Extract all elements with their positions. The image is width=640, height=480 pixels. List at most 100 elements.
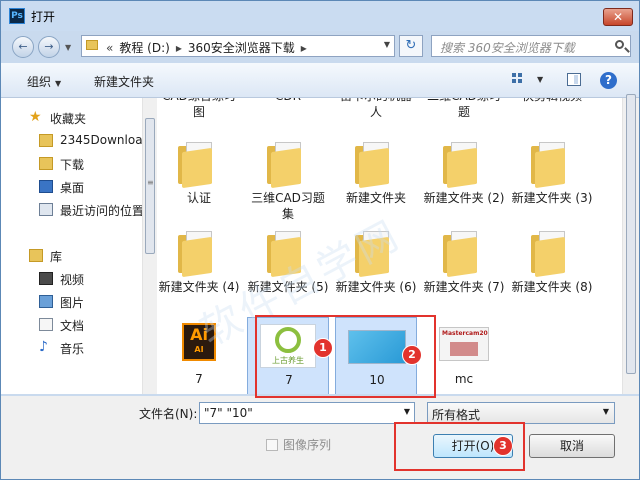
open-dialog: Ps 打开 ✕ ← → ▼ « 教程 (D:) ▸ 360安全浏览器下载 ▸ ▼ ↻ 搜… xyxy=(0,0,640,480)
desktop-icon xyxy=(39,180,53,193)
step-badge-2: 2 xyxy=(402,345,422,365)
file-label: 新建文件夹 (3) xyxy=(511,191,593,205)
folder-icon xyxy=(443,142,485,189)
file-label: 新建文件夹 (8) xyxy=(511,280,593,294)
navigation-row: ← → ▼ « 教程 (D:) ▸ 360安全浏览器下载 ▸ ▼ ↻ 搜索 360安全浏… xyxy=(1,31,639,61)
sidebar-item-label: 桌面 xyxy=(60,181,85,195)
sidebar-item-label: 2345Downloads xyxy=(60,133,142,147)
sidebar-library-3[interactable]: ♪ 音乐 xyxy=(1,338,142,358)
image-sequence-checkbox[interactable] xyxy=(266,439,278,451)
file-label: 7 xyxy=(195,372,203,386)
photoshop-app-icon: Ps xyxy=(9,8,25,24)
sidebar-item-3[interactable]: 最近访问的位置 xyxy=(1,200,142,220)
sidebar-favorites[interactable]: ★ 收藏夹 xyxy=(1,108,142,128)
music-library-icon: ♪ xyxy=(39,339,48,355)
folder-item[interactable]: 新建文件夹 (4) xyxy=(158,225,240,313)
folder-icon xyxy=(39,134,53,147)
file-label: 新建文件夹 (6) xyxy=(335,280,417,294)
folder-item[interactable]: 三维CAD习题集 xyxy=(247,136,329,224)
folder-item[interactable]: 新建文件夹 (7) xyxy=(423,225,505,313)
file-label: CAD综合练习图 xyxy=(162,98,236,119)
organize-menu[interactable]: 组织 ▼ xyxy=(27,73,61,90)
chevron-down-icon: ▼ xyxy=(602,407,609,416)
step-badge-3: 3 xyxy=(493,436,513,456)
breadcrumb-segment[interactable]: 360安全浏览器下载 xyxy=(188,41,295,55)
command-toolbar: 组织 ▼ 新建文件夹 ▼ ? xyxy=(1,63,639,98)
filename-label: 文件名(N): xyxy=(139,407,198,421)
folder-item[interactable]: 新建文件夹 (6) xyxy=(335,225,417,313)
library-icon xyxy=(29,249,43,262)
file-list-scrollbar[interactable] xyxy=(622,94,639,394)
folder-item[interactable]: 新建文件夹 (5) xyxy=(247,225,329,313)
sidebar-item-label: 文档 xyxy=(60,319,85,333)
folder-icon xyxy=(178,142,220,189)
file-label: 二维CAD练习题 xyxy=(427,98,501,119)
title-bar: Ps 打开 ✕ xyxy=(1,1,639,31)
filename-dropdown[interactable]: ▼ xyxy=(404,407,410,416)
folder-icon xyxy=(178,231,220,278)
recent-places-icon xyxy=(39,203,53,216)
refresh-button[interactable]: ↻ xyxy=(399,35,423,57)
preview-pane-icon[interactable] xyxy=(567,73,581,86)
cancel-button[interactable]: 取消 xyxy=(529,434,615,458)
help-icon[interactable]: ? xyxy=(600,72,617,89)
back-button[interactable]: ← xyxy=(12,36,34,58)
sidebar-item-label: 图片 xyxy=(60,296,85,310)
file-type-select[interactable]: 所有格式 ▼ xyxy=(427,402,615,424)
step-badge-1: 1 xyxy=(313,338,333,358)
view-options-icon[interactable] xyxy=(512,73,526,87)
organize-label: 组织 xyxy=(27,75,52,89)
search-icon[interactable] xyxy=(615,40,624,49)
new-folder-button[interactable]: 新建文件夹 xyxy=(94,73,154,90)
breadcrumb-segment[interactable]: ▸ xyxy=(301,41,307,55)
search-input[interactable]: 搜索 360安全浏览器下载 xyxy=(431,35,631,57)
picture-library-icon xyxy=(39,295,53,308)
address-dropdown[interactable]: ▼ xyxy=(384,40,390,49)
sidebar-library-2[interactable]: 文档 xyxy=(1,315,142,335)
folder-icon xyxy=(355,231,397,278)
file-label: 新建文件夹 (2) xyxy=(423,191,505,205)
sidebar-scrollbar[interactable] xyxy=(142,98,157,394)
document-library-icon xyxy=(39,318,53,331)
sidebar-scroll-thumb[interactable] xyxy=(145,118,155,254)
filename-value: "7" "10" xyxy=(204,406,253,420)
sidebar-library-1[interactable]: 图片 xyxy=(1,292,142,312)
file-label: 新建文件夹 (4) xyxy=(158,280,240,294)
sidebar-item-1[interactable]: 下载 xyxy=(1,154,142,174)
sidebar-item-label: 收藏夹 xyxy=(50,112,87,126)
folder-icon xyxy=(86,40,98,50)
file-list-scroll-thumb[interactable] xyxy=(626,94,636,374)
file-item[interactable]: Ai AI 7 xyxy=(158,317,240,394)
file-label: 认证 xyxy=(186,191,211,205)
breadcrumb-segment[interactable]: ▸ xyxy=(176,41,182,55)
file-label: 三维CAD习题集 xyxy=(251,191,325,221)
breadcrumb[interactable]: « 教程 (D:) ▸ 360安全浏览器下载 ▸ xyxy=(106,39,313,56)
folder-item[interactable]: 新建文件夹 xyxy=(335,136,417,224)
image-sequence-label: 图像序列 xyxy=(283,438,332,452)
sidebar-item-0[interactable]: 2345Downloads xyxy=(1,131,142,151)
forward-button[interactable]: → xyxy=(38,36,60,58)
file-label: 新建文件夹 (5) xyxy=(247,280,329,294)
folder-item[interactable]: 新建文件夹 (8) xyxy=(511,225,593,313)
illustrator-file-icon: Ai AI xyxy=(182,323,216,361)
file-label: 新建文件夹 xyxy=(345,191,406,205)
breadcrumb-segment[interactable]: « xyxy=(106,41,113,55)
folder-icon xyxy=(531,142,573,189)
file-label: 新建文件夹 (7) xyxy=(423,280,505,294)
breadcrumb-segment[interactable]: 教程 (D:) xyxy=(119,41,169,55)
sidebar-item-2[interactable]: 桌面 xyxy=(1,177,142,197)
star-icon: ★ xyxy=(29,109,42,125)
folder-item[interactable]: 新建文件夹 (3) xyxy=(511,136,593,224)
folder-item[interactable]: 认证 xyxy=(158,136,240,224)
view-dropdown[interactable]: ▼ xyxy=(537,75,543,84)
filename-field[interactable]: "7" "10" ▼ xyxy=(199,402,415,424)
sidebar-library-0[interactable]: 视频 xyxy=(1,269,142,289)
close-button[interactable]: ✕ xyxy=(603,8,633,26)
chevron-down-icon: ▼ xyxy=(55,79,62,88)
download-folder-icon xyxy=(39,157,53,170)
folder-icon xyxy=(531,231,573,278)
folder-item[interactable]: 新建文件夹 (2) xyxy=(423,136,505,224)
sidebar-libraries[interactable]: 库 xyxy=(1,246,142,266)
recent-pages-dropdown[interactable]: ▼ xyxy=(65,43,71,52)
address-bar[interactable]: « 教程 (D:) ▸ 360安全浏览器下载 ▸ ▼ xyxy=(81,35,395,57)
